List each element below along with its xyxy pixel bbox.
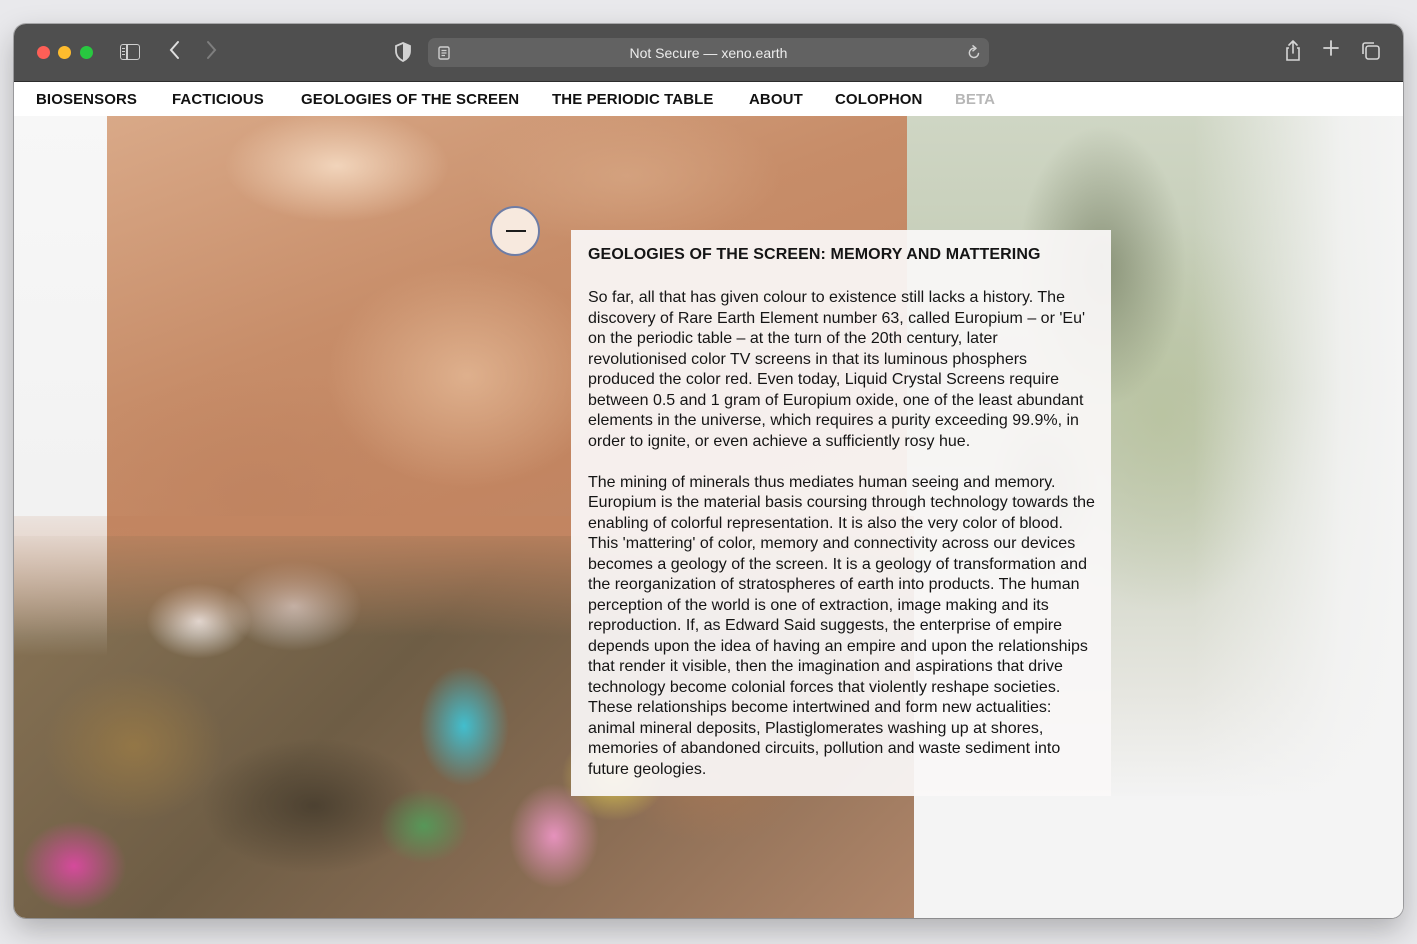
plus-icon[interactable]	[1322, 38, 1340, 62]
nav-item-geologies-of-the-screen[interactable]: GEOLOGIES OF THE SCREEN	[301, 91, 519, 108]
nav-item-beta[interactable]: BETA	[955, 91, 995, 108]
close-window-button[interactable]	[37, 46, 50, 59]
chevron-left-icon[interactable]	[168, 40, 182, 64]
zoom-window-button[interactable]	[80, 46, 93, 59]
nav-item-biosensors[interactable]: BIOSENSORS	[36, 91, 137, 108]
sidebar-icon[interactable]	[120, 44, 140, 60]
site-nav: BIOSENSORS FACTICIOUS GEOLOGIES OF THE S…	[14, 82, 1403, 116]
chevron-right-icon[interactable]	[204, 40, 218, 64]
browser-toolbar: Not Secure — xeno.earth	[14, 24, 1403, 82]
article-paragraph: The mining of minerals thus mediates hum…	[588, 473, 1095, 778]
nav-item-periodic-table[interactable]: THE PERIODIC TABLE	[552, 91, 714, 108]
background-fade	[1194, 116, 1403, 918]
address-bar[interactable]: Not Secure — xeno.earth	[428, 38, 989, 67]
tabs-icon[interactable]	[1361, 41, 1381, 66]
address-text: Not Secure — xeno.earth	[629, 45, 788, 61]
page-content: GEOLOGIES OF THE SCREEN: MEMORY AND MATT…	[14, 116, 1403, 918]
minus-icon	[506, 230, 526, 233]
nav-item-facticious[interactable]: FACTICIOUS	[172, 91, 264, 108]
article-title: GEOLOGIES OF THE SCREEN: MEMORY AND MATT…	[588, 246, 1041, 263]
collapse-button[interactable]	[490, 206, 540, 256]
nav-item-colophon[interactable]: COLOPHON	[835, 91, 922, 108]
browser-window: Not Secure — xeno.earth BIOSENSORS FACTI…	[14, 24, 1403, 918]
reload-icon[interactable]	[967, 45, 981, 65]
article-paragraph: So far, all that has given colour to exi…	[588, 289, 1086, 450]
nav-item-about[interactable]: ABOUT	[749, 91, 803, 108]
shield-icon[interactable]	[394, 42, 412, 67]
article-panel: GEOLOGIES OF THE SCREEN: MEMORY AND MATT…	[571, 230, 1111, 796]
minimize-window-button[interactable]	[58, 46, 71, 59]
share-icon[interactable]	[1284, 40, 1302, 67]
left-margin	[14, 116, 107, 656]
